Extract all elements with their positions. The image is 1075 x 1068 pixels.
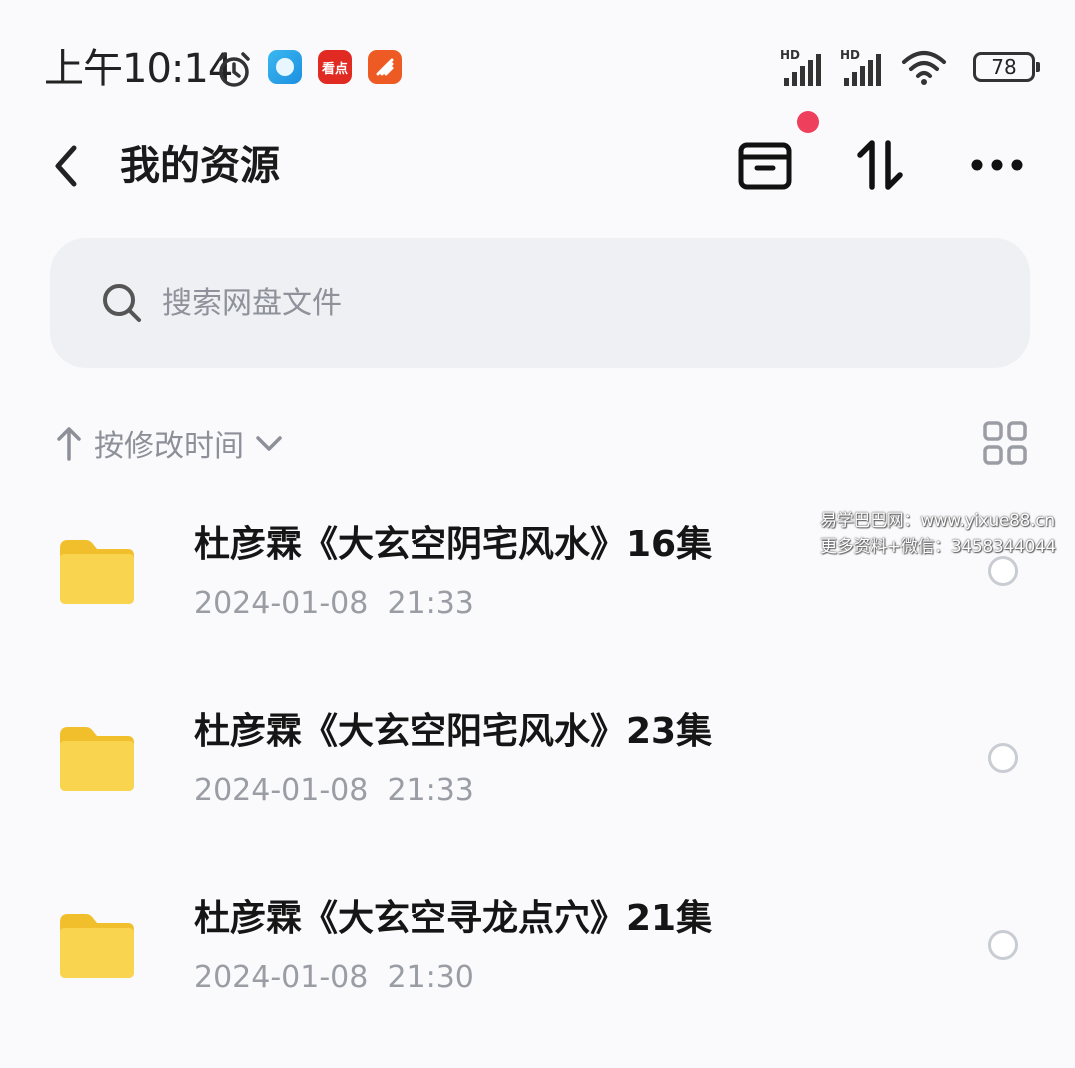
file-name: 杜彦霖《大玄空阴宅风水》16集 xyxy=(194,524,713,565)
kandian-app-icon: 看点 xyxy=(318,50,352,84)
file-row[interactable]: 杜彦霖《大玄空寻龙点穴》21集 2024-01-08 21:30 xyxy=(0,864,1075,1034)
status-indicators: HD HD 78 xyxy=(775,48,1040,88)
notification-dot xyxy=(797,111,819,133)
file-name: 杜彦霖《大玄空寻龙点穴》21集 xyxy=(194,898,713,939)
sort-arrows-icon xyxy=(857,140,903,190)
folder-icon xyxy=(60,914,134,978)
search-icon xyxy=(103,284,141,322)
back-button[interactable] xyxy=(44,140,92,192)
sort-selector[interactable]: 按修改时间 xyxy=(54,418,286,468)
file-modified-time: 2024-01-08 21:30 xyxy=(194,960,474,995)
archive-box-icon xyxy=(738,142,792,190)
folder-icon xyxy=(60,540,134,604)
battery-indicator: 78 xyxy=(973,52,1040,82)
browser-app-icon xyxy=(268,50,302,84)
more-horizontal-icon xyxy=(971,159,1023,171)
select-checkbox[interactable] xyxy=(988,556,1018,586)
status-bar: 上午10:14 看点 HD HD 78 xyxy=(0,0,1075,130)
file-modified-time: 2024-01-08 21:33 xyxy=(194,773,474,808)
page-title: 我的资源 xyxy=(120,143,280,189)
file-name: 杜彦霖《大玄空阳宅风水》23集 xyxy=(194,711,713,752)
watermark: 易学巴巴网：www.yixue88.cn 更多资料+微信：3458344044 xyxy=(820,508,1070,560)
folder-icon xyxy=(60,727,134,791)
watermark-line-1: 易学巴巴网：www.yixue88.cn xyxy=(820,511,1055,531)
file-modified-time: 2024-01-08 21:33 xyxy=(194,586,474,621)
search-bar[interactable] xyxy=(50,238,1030,368)
status-time: 上午10:14 xyxy=(44,46,233,92)
search-input[interactable] xyxy=(160,277,964,329)
svg-text:HD: HD xyxy=(840,48,860,62)
more-options-button[interactable] xyxy=(962,130,1032,200)
select-checkbox[interactable] xyxy=(988,930,1018,960)
orange-app-icon xyxy=(368,50,402,84)
file-row[interactable]: 杜彦霖《大玄空阳宅风水》23集 2024-01-08 21:33 xyxy=(0,677,1075,847)
grid-view-button[interactable] xyxy=(980,418,1030,468)
signal-strength-icon: HD xyxy=(780,48,821,86)
arrow-up-icon xyxy=(57,427,81,461)
chevron-down-icon xyxy=(256,436,282,451)
transfer-box-button[interactable] xyxy=(730,130,800,200)
svg-text:HD: HD xyxy=(780,48,800,62)
alarm-clock-icon xyxy=(218,52,250,87)
signal-strength-icon-2: HD xyxy=(840,48,881,86)
select-checkbox[interactable] xyxy=(988,743,1018,773)
upload-download-button[interactable] xyxy=(845,130,915,200)
wifi-icon xyxy=(902,51,946,85)
chevron-left-icon xyxy=(55,145,77,187)
grid-view-icon xyxy=(983,421,1027,465)
sort-label: 按修改时间 xyxy=(94,429,244,464)
watermark-line-2: 更多资料+微信：3458344044 xyxy=(820,537,1057,557)
